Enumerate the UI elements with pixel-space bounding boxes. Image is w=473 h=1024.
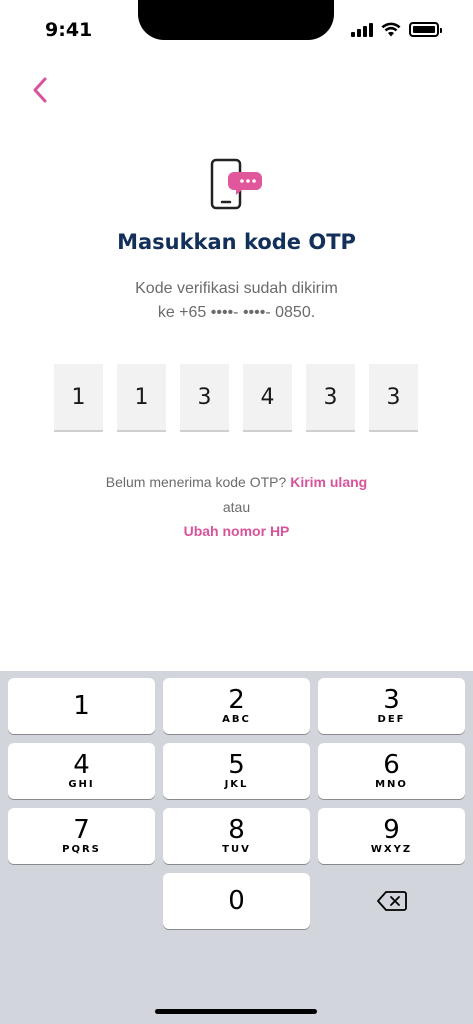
or-text: atau (222, 499, 251, 515)
subtitle-line-1: Kode verifikasi sudah dikirim (135, 280, 338, 297)
resend-line: Belum menerima kode OTP? Kirim ulang (0, 474, 473, 490)
chevron-left-icon (33, 77, 47, 103)
key-letters: GHI (68, 779, 95, 790)
numeric-keyboard: 1 2 ABC 3 DEF 4 GHI 5 JKL 6 MNO 7 PQRS 8… (0, 671, 473, 1024)
resend-prompt: Belum menerima kode OTP? (105, 474, 287, 490)
home-indicator (155, 1009, 317, 1014)
key-0[interactable]: 0 (163, 873, 310, 929)
notch (138, 0, 334, 40)
key-7[interactable]: 7 PQRS (8, 808, 155, 864)
key-6[interactable]: 6 MNO (318, 743, 465, 799)
key-digit: 1 (73, 691, 90, 721)
key-letters: WXYZ (370, 844, 413, 855)
battery-icon (409, 22, 442, 37)
key-digit: 9 (383, 815, 400, 845)
key-letters: PQRS (62, 844, 101, 855)
key-8[interactable]: 8 TUV (163, 808, 310, 864)
page-title: Masukkan kode OTP (117, 230, 356, 254)
signal-icon (351, 22, 373, 37)
key-digit: 0 (228, 886, 245, 916)
otp-digit-5[interactable]: 3 (306, 364, 355, 432)
key-digit: 2 (228, 685, 245, 715)
wifi-icon (381, 22, 401, 37)
key-letters: ABC (222, 714, 251, 725)
key-digit: 3 (383, 685, 400, 715)
key-digit: 6 (383, 750, 400, 780)
key-digit: 7 (73, 815, 90, 845)
otp-digit-3[interactable]: 3 (180, 364, 229, 432)
key-5[interactable]: 5 JKL (163, 743, 310, 799)
change-number-link[interactable]: Ubah nomor HP (184, 523, 290, 539)
otp-input-row: 1 1 3 4 3 3 (54, 364, 418, 432)
change-number-container: Ubah nomor HP (0, 523, 473, 539)
key-letters: MNO (375, 779, 408, 790)
key-letters: JKL (224, 779, 249, 790)
key-9[interactable]: 9 WXYZ (318, 808, 465, 864)
otp-digit-4[interactable]: 4 (243, 364, 292, 432)
key-letters: DEF (377, 714, 406, 725)
otp-digit-2[interactable]: 1 (117, 364, 166, 432)
back-button[interactable] (24, 74, 56, 106)
otp-digit-6[interactable]: 3 (369, 364, 418, 432)
otp-digit-1[interactable]: 1 (54, 364, 103, 432)
key-digit: 8 (228, 815, 245, 845)
status-bar: 9:41 (0, 0, 473, 60)
status-icons (351, 22, 442, 37)
delete-key[interactable] (318, 873, 465, 929)
resend-link[interactable]: Kirim ulang (290, 474, 367, 490)
subtitle-line-2: ke +65 ••••- ••••- 0850. (157, 304, 316, 321)
key-digit: 4 (73, 750, 90, 780)
key-letters: TUV (222, 844, 251, 855)
phone-chat-icon (210, 158, 262, 210)
key-4[interactable]: 4 GHI (8, 743, 155, 799)
key-digit: 5 (228, 750, 245, 780)
backspace-icon (376, 891, 407, 911)
key-3[interactable]: 3 DEF (318, 678, 465, 734)
key-1[interactable]: 1 (8, 678, 155, 734)
key-2[interactable]: 2 ABC (163, 678, 310, 734)
status-time: 9:41 (45, 19, 93, 41)
